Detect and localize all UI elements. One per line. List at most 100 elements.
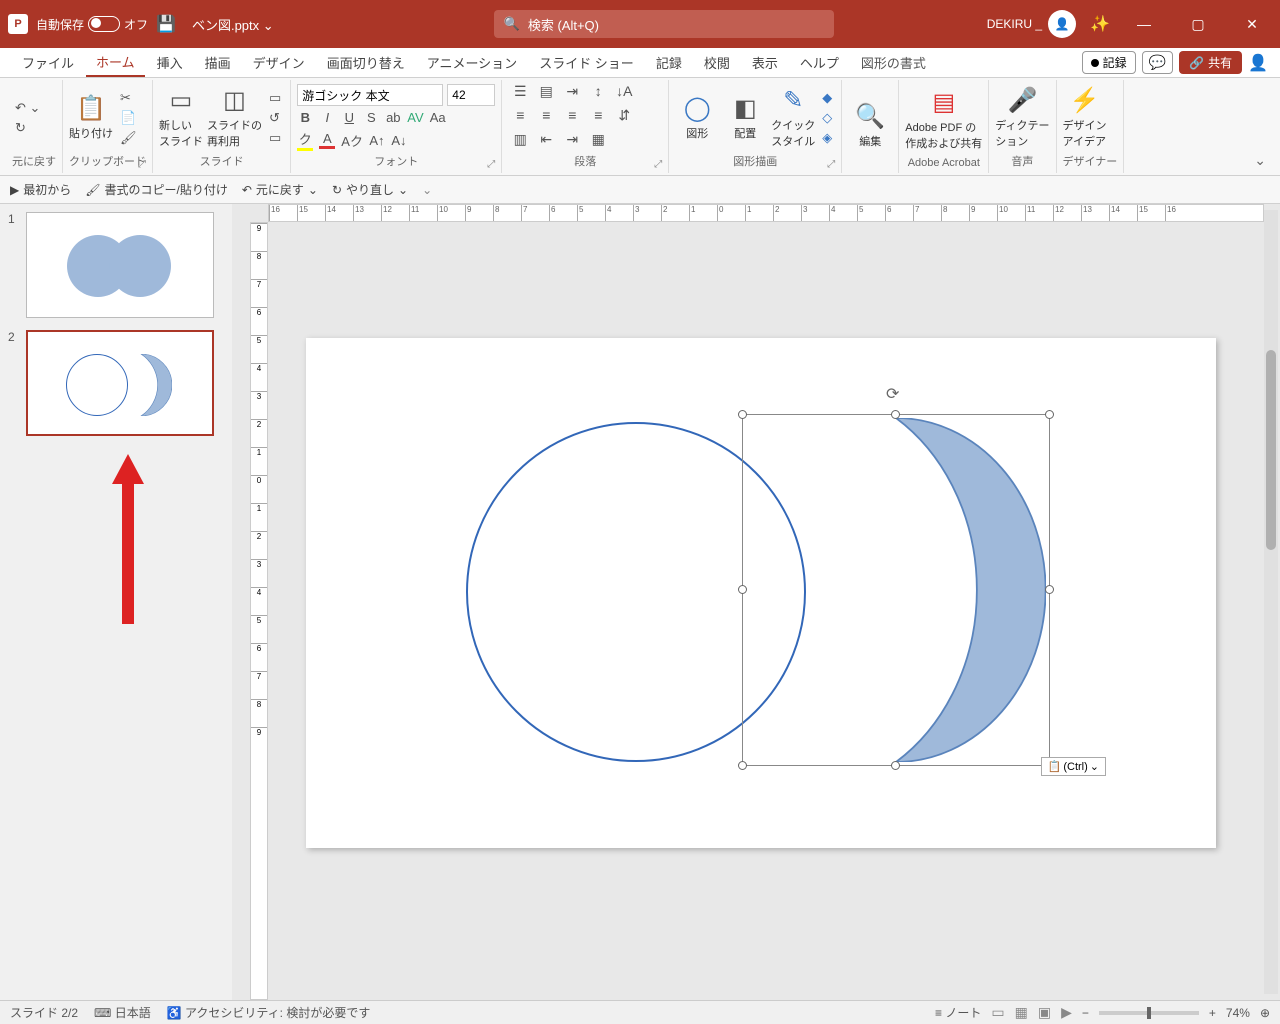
coming-soon-icon[interactable]: ✨ [1090,14,1110,34]
columns-button[interactable]: ▥ [508,131,532,153]
record-button[interactable]: 記録 [1082,51,1136,74]
save-icon[interactable]: 💾 [156,14,176,34]
dictate-button[interactable]: 🎤ディクテー ション [995,86,1049,149]
reset-button[interactable]: ↺ [266,109,284,127]
sorter-view-button[interactable]: ▦ [1015,1004,1028,1021]
reuse-slides-button[interactable]: ◫スライドの 再利用 [207,86,262,149]
strike-button[interactable]: S [363,110,379,125]
paragraph-launcher[interactable]: ⤢ [654,159,662,170]
language-indicator[interactable]: ⌨ 日本語 [94,1004,151,1021]
zoom-level[interactable]: 74% [1226,1006,1250,1020]
slideshow-view-button[interactable]: ▶ [1061,1004,1072,1021]
qat-format-painter[interactable]: 🖌 書式のコピー/貼り付け [85,181,228,198]
shapes-button[interactable]: ◯図形 [675,94,719,141]
autosave-toggle[interactable]: 自動保存 オフ [36,16,148,33]
highlight-color-button[interactable]: ク [297,129,313,151]
arrange-button[interactable]: ◧配置 [723,94,767,141]
tab-record[interactable]: 記録 [646,49,692,76]
font-family-select[interactable] [297,84,443,106]
quick-styles-button[interactable]: ✎クイック スタイル [771,86,815,149]
normal-view-button[interactable]: ▭ [991,1004,1004,1021]
change-case-button[interactable]: Aa [430,110,446,125]
resize-handle[interactable] [891,761,900,770]
tab-insert[interactable]: 挿入 [147,49,193,76]
new-slide-button[interactable]: ▭新しい スライド [159,86,203,149]
clear-format-button[interactable]: Aク [341,131,363,150]
notes-button[interactable]: ≡ ノート [935,1004,981,1021]
qat-customize-icon[interactable]: ⌄ [422,183,432,197]
tab-review[interactable]: 校閲 [694,49,740,76]
align-right-button[interactable]: ≡ [560,107,584,129]
slide-thumbnail-2[interactable] [26,330,214,436]
bullets-button[interactable]: ☰ [508,83,532,105]
tab-view[interactable]: 表示 [742,49,788,76]
reading-view-button[interactable]: ▣ [1038,1004,1051,1021]
justify-button[interactable]: ≡ [586,107,610,129]
tab-file[interactable]: ファイル [12,49,84,76]
adobe-pdf-button[interactable]: ▤Adobe PDF の 作成および共有 [905,88,982,151]
accessibility-checker[interactable]: ♿ アクセシビリティ: 検討が必要です [167,1004,371,1021]
font-size-select[interactable] [447,84,495,106]
tab-draw[interactable]: 描画 [195,49,241,76]
shape-crescent-selected[interactable]: ⟳ 📋(Ctrl) ⌄ [746,418,1046,762]
tab-shape-format[interactable]: 図形の書式 [851,49,936,76]
search-input[interactable]: 🔍 検索 (Alt+Q) [494,10,834,38]
format-painter-button[interactable]: 🖌 [117,129,140,147]
tab-animation[interactable]: アニメーション [417,49,527,76]
user-menu-icon[interactable]: 👤 [1248,53,1268,73]
fit-to-window-button[interactable]: ⊕ [1260,1006,1270,1020]
tab-home[interactable]: ホーム [86,48,145,77]
paste-button[interactable]: 📋貼り付け [69,94,113,141]
slide-counter[interactable]: スライド 2/2 [10,1004,78,1021]
editing-button[interactable]: 🔍編集 [848,102,892,149]
underline-button[interactable]: U [341,110,357,125]
align-left-button[interactable]: ≡ [508,107,532,129]
shape-outline-button[interactable]: ◇ [819,109,835,127]
line-spacing-button[interactable]: ↕ [586,83,610,105]
resize-handle[interactable] [738,410,747,419]
filename[interactable]: ベン図.pptx ⌄ [192,15,274,34]
slide-thumbnail-1[interactable] [26,212,214,318]
text-direction-button[interactable]: ↓A [612,83,636,105]
qat-redo[interactable]: ↻ やり直し ⌄ [332,181,408,198]
qat-from-beginning[interactable]: ▶ 最初から [10,181,71,198]
redo-button[interactable]: ↻ [12,119,43,137]
shadow-button[interactable]: ab [385,110,401,125]
zoom-slider[interactable] [1099,1011,1199,1015]
design-ideas-button[interactable]: ⚡デザイン アイデア [1063,86,1107,149]
tab-design[interactable]: デザイン [243,49,315,76]
paste-options-button[interactable]: 📋(Ctrl) ⌄ [1041,757,1106,776]
section-button[interactable]: ▭ [266,129,284,147]
zoom-out-button[interactable]: − [1082,1006,1089,1020]
tab-transition[interactable]: 画面切り替え [317,49,415,76]
shape-fill-button[interactable]: ◆ [819,89,835,107]
font-color-button[interactable]: A [319,131,335,149]
rotate-handle-icon[interactable]: ⟳ [886,384,906,404]
maximize-button[interactable]: ▢ [1178,4,1218,44]
align-center-button[interactable]: ≡ [534,107,558,129]
copy-button[interactable]: 📄 [117,109,140,127]
close-button[interactable]: ✕ [1232,4,1272,44]
drawing-launcher[interactable]: ⤢ [827,159,835,170]
char-spacing-button[interactable]: AV [407,110,423,125]
tab-help[interactable]: ヘルプ [790,49,849,76]
slide-canvas[interactable]: ⟳ 📋(Ctrl) ⌄ [306,338,1216,848]
user-account[interactable]: DEKIRU _ 👤 [987,10,1076,38]
bold-button[interactable]: B [297,110,313,125]
share-button[interactable]: 🔗 共有 [1179,51,1242,74]
align-vert-button[interactable]: ⇵ [612,107,636,129]
collapse-ribbon-icon[interactable]: ⌄ [1246,80,1274,173]
shape-effects-button[interactable]: ◈ [819,129,835,147]
font-launcher[interactable]: ⤢ [487,159,495,170]
layout-button[interactable]: ▭ [266,89,284,107]
comments-button[interactable]: 💬 [1142,51,1173,74]
minimize-button[interactable]: — [1124,4,1164,44]
increase-indent-button[interactable]: ⇥ [560,131,584,153]
tab-slideshow[interactable]: スライド ショー [529,49,644,76]
clipboard-launcher[interactable]: ⤢ [138,159,146,170]
numbering-button[interactable]: ▤ [534,83,558,105]
vertical-scrollbar[interactable] [1264,210,1278,994]
zoom-in-button[interactable]: + [1209,1006,1216,1020]
cut-button[interactable]: ✂ [117,89,140,107]
italic-button[interactable]: I [319,110,335,125]
